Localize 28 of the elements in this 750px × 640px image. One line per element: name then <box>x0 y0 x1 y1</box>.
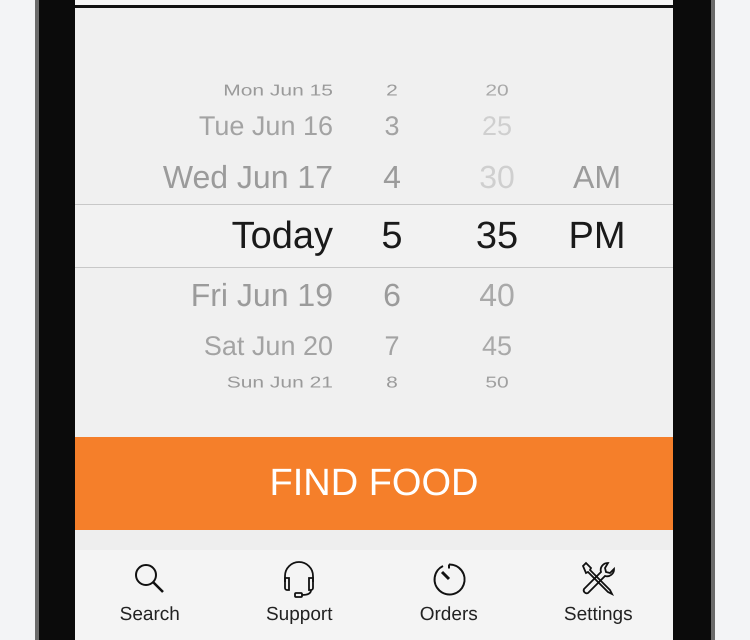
tab-item[interactable]: Settings <box>524 550 673 640</box>
find-food-button[interactable]: FIND FOOD <box>75 437 673 530</box>
picker-date[interactable]: Mon Jun 15 <box>223 82 333 98</box>
picker-date[interactable]: Wed Jun 17 <box>162 161 333 193</box>
tools-icon <box>579 560 618 598</box>
picker-minute[interactable]: 20 <box>485 82 509 98</box>
picker-minute[interactable]: 50 <box>485 374 509 390</box>
tab-item[interactable]: Support <box>224 550 374 640</box>
picker-hour[interactable]: 8 <box>386 374 398 390</box>
tab-item[interactable]: Search <box>75 550 224 640</box>
picker-hour[interactable]: 6 <box>383 279 401 311</box>
picker-date[interactable]: Fri Jun 19 <box>190 279 333 311</box>
picker-date[interactable]: Tue Jun 16 <box>198 112 333 140</box>
picker-hour[interactable]: 4 <box>383 161 401 193</box>
picker-minute[interactable]: 40 <box>479 279 515 311</box>
picker-minute[interactable]: 45 <box>482 332 512 360</box>
picker-hour[interactable]: 5 <box>381 217 403 255</box>
picker-hour[interactable]: 2 <box>386 82 398 98</box>
picker-minute[interactable]: 35 <box>476 217 518 255</box>
picker-date[interactable]: Sun Jun 21 <box>226 374 333 390</box>
tab-item[interactable]: Orders <box>374 550 524 640</box>
picker-date[interactable]: Sat Jun 20 <box>204 332 333 360</box>
picker-hour[interactable]: 7 <box>384 332 400 360</box>
timer-icon <box>430 561 467 597</box>
picker-period[interactable]: PM <box>568 217 626 255</box>
picker-date[interactable]: Today <box>232 217 333 255</box>
picker-period[interactable]: AM <box>573 161 621 193</box>
picker-hour[interactable]: 3 <box>384 112 400 140</box>
